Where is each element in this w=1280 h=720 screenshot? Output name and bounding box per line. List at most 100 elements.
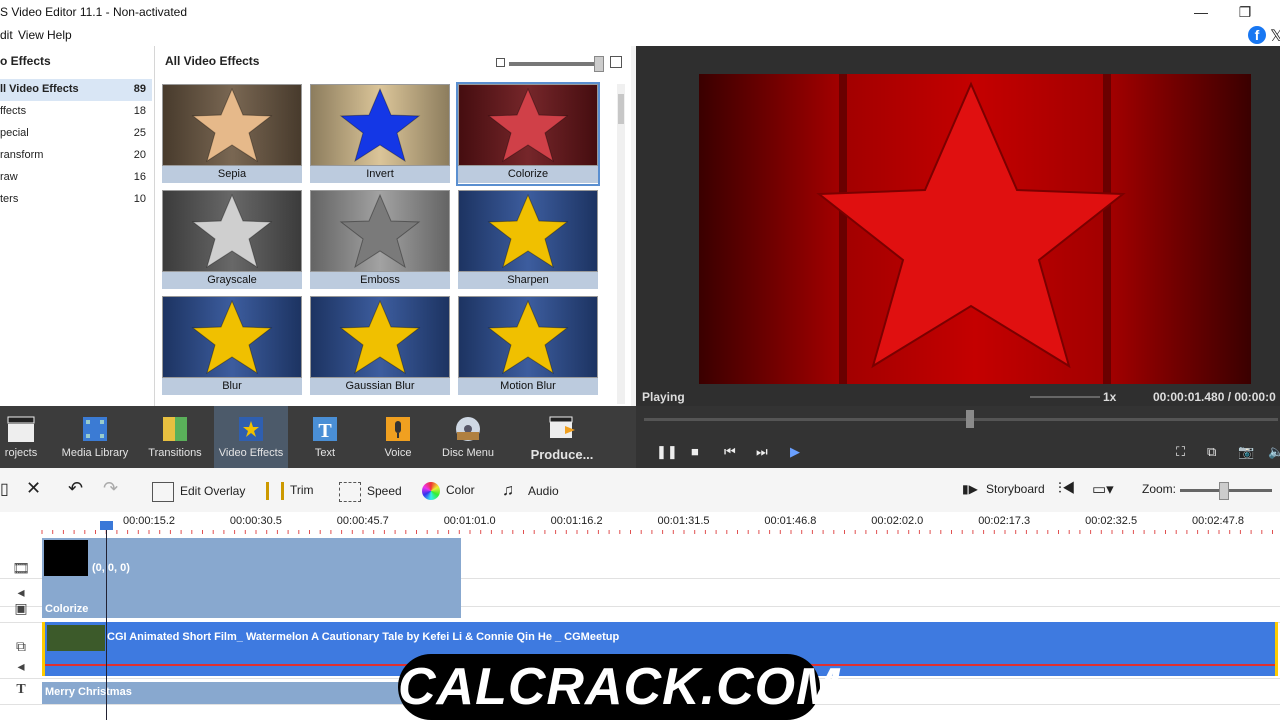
audio-label: Audio [528,484,559,498]
window-title: S Video Editor 11.1 - Non-activated [0,5,187,19]
playhead-marker[interactable] [100,521,113,530]
menu-view[interactable]: View [18,28,44,42]
mode-text[interactable]: T Text [288,406,362,468]
text-track-icon[interactable]: T [10,682,32,700]
x-icon[interactable]: 𝕏 [1270,26,1280,46]
edit-overlay-label: Edit Overlay [180,484,246,499]
ruler-label: 00:02:47.8 [1192,515,1244,527]
overlay-clip[interactable]: (0, 0, 0) [42,538,461,578]
color-wheel-icon [422,482,440,500]
category-count: 18 [133,105,146,117]
effect-tile[interactable]: Blur [162,296,302,396]
effect-tile[interactable]: Invert [310,84,450,184]
delete-icon[interactable]: ✕ [26,478,41,499]
effect-tile[interactable]: Gaussian Blur [310,296,450,396]
undo-icon[interactable]: ↶ [68,478,83,499]
effect-label: Colorize [458,166,598,183]
storyboard-button[interactable]: ▮▶ Storyboard [962,482,1045,496]
next-frame-button[interactable]: ⏭ [756,444,768,460]
snapshot-icon[interactable]: 📷 [1238,444,1254,460]
menu-edit[interactable]: dit [0,28,13,42]
redo-icon[interactable]: ↷ [103,478,118,499]
audio-mixer-icon[interactable]: ⫶◀ [1058,480,1075,497]
stop-button[interactable]: ■ [691,444,699,459]
edit-toolbar: ▯ ✕ ↶ ↷ Edit Overlay Trim Speed Color ♫ A… [0,468,1280,513]
category-special[interactable]: pecial 25 [0,123,152,145]
zoom-knob[interactable] [1219,482,1229,500]
category-effects[interactable]: ffects 18 [0,101,152,123]
scroll-thumb[interactable] [618,94,624,124]
ruler-label: 00:01:31.5 [657,515,710,527]
detach-preview-icon[interactable]: ⧉ [1207,444,1216,460]
volume-slider[interactable] [1030,396,1100,398]
category-filters[interactable]: ters 10 [0,189,152,211]
edit-overlay-button[interactable]: Edit Overlay [152,482,245,502]
overlay-audio-clip[interactable] [42,578,461,602]
effect-tile[interactable]: Sepia [162,84,302,184]
seek-bar[interactable] [644,418,1278,421]
effect-tile[interactable]: Colorize [456,82,600,186]
effect-track-icon[interactable]: ▣ [10,600,32,618]
audio-button[interactable]: ♫ Audio [502,482,559,500]
effect-clip[interactable]: Colorize [42,602,461,618]
category-transform[interactable]: ransform 20 [0,145,152,167]
fullscreen-icon[interactable]: ⛶ [1176,444,1185,460]
mode-label: rojects [4,447,38,459]
effect-category-panel: o Effects ll Video Effects 89 ffects 18 … [0,46,155,406]
effect-tile[interactable]: Motion Blur [458,296,598,396]
volume-icon[interactable]: 🔈 [1268,444,1280,460]
effect-label: Motion Blur [458,378,598,395]
category-count: 89 [133,83,146,95]
thumb-size-slider[interactable] [509,62,601,66]
mode-transitions[interactable]: Transitions [138,406,212,468]
trim-button[interactable]: Trim [266,482,314,500]
transitions-icon [160,414,190,444]
mode-video-effects[interactable]: Video Effects [214,406,288,468]
mode-label: Video Effects [218,447,284,459]
play-region-button[interactable]: ▶ [790,444,800,460]
category-count: 20 [133,149,146,161]
mode-projects[interactable]: rojects [0,406,58,468]
maximize-button[interactable]: ❐ [1232,2,1258,22]
split-icon[interactable]: ▯ [0,479,9,499]
category-count: 25 [133,127,146,139]
effect-tile[interactable]: Sharpen [458,190,598,290]
video-track-icon[interactable]: ⧉ [10,638,32,656]
monitor-icon[interactable]: ▭▾ [1092,480,1114,498]
facebook-icon[interactable]: f [1248,26,1266,44]
video-mute-icon[interactable]: ◂ [10,658,32,676]
small-thumb-icon[interactable] [496,58,505,67]
effect-tile[interactable]: Grayscale [162,190,302,290]
category-draw[interactable]: raw 16 [0,167,152,189]
category-count: 10 [133,193,146,205]
effect-label: Blur [162,378,302,395]
previous-frame-button[interactable]: ⏮ [724,444,736,460]
speed-icon [339,482,361,502]
speed-button[interactable]: Speed [339,482,402,502]
category-all-video-effects[interactable]: ll Video Effects 89 [0,79,152,101]
timeline-ruler[interactable]: 00:00:15.2 00:00:30.5 00:00:45.7 00:01:01.0… [0,512,1280,534]
pause-button[interactable]: ❚❚ [656,444,678,460]
category-label: ters [0,193,19,205]
mode-produce[interactable]: Produce... [525,406,599,468]
overlay-track-icon[interactable]: 🎞 [10,560,32,578]
playback-speed[interactable]: 1x [1103,390,1116,404]
effect-label: Sharpen [458,272,598,289]
thumb-size-knob[interactable] [594,56,604,72]
grid-scrollbar[interactable] [617,84,625,404]
preview-star-image [699,74,1251,384]
color-button[interactable]: Color [422,482,475,500]
ruler-label: 00:02:32.5 [1085,515,1138,527]
effect-tile[interactable]: Emboss [310,190,450,290]
effect-thumbnail [310,296,450,378]
menu-help[interactable]: Help [47,28,72,42]
video-clip[interactable]: CGI Animated Short Film_ Watermelon A Ca… [42,622,1278,654]
mode-voice[interactable]: Voice [361,406,435,468]
mode-media-library[interactable]: Media Library [58,406,132,468]
ruler-ticks [41,530,1273,534]
mode-disc-menu[interactable]: Disc Menu [431,406,505,468]
minimize-button[interactable]: — [1188,2,1214,22]
category-count: 16 [133,171,146,183]
large-thumb-icon[interactable] [610,56,622,68]
seek-knob[interactable] [966,410,974,428]
